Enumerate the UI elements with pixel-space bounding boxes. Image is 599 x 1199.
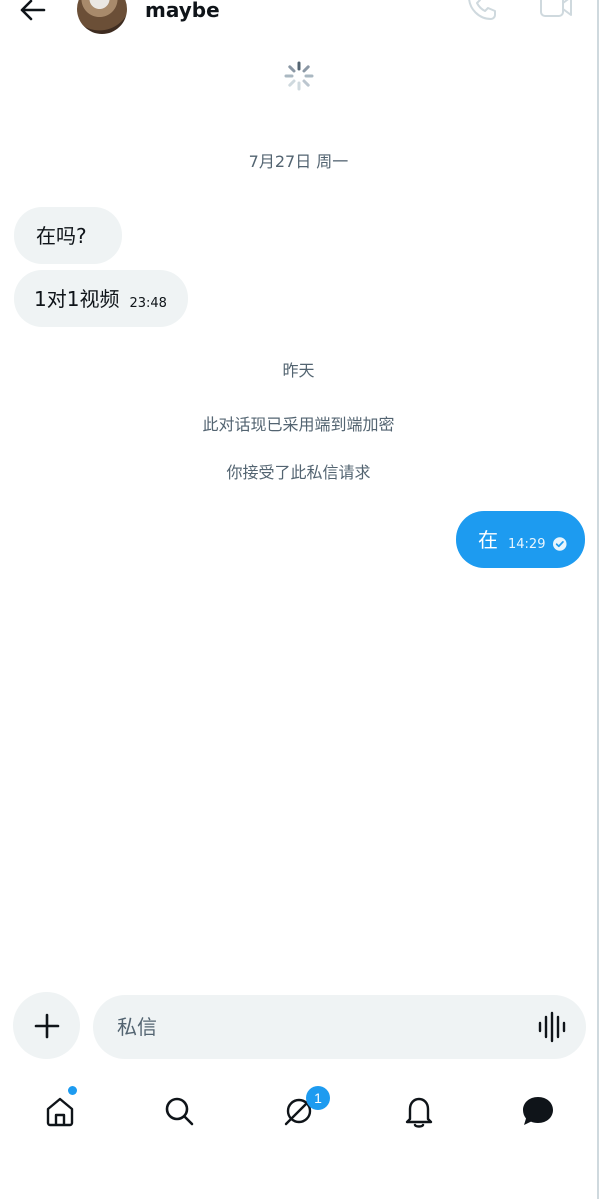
message-timestamp: 23:48: [129, 295, 167, 311]
plus-icon: [34, 1013, 59, 1038]
video-call-button[interactable]: [537, 0, 575, 24]
spinner-icon: [284, 61, 314, 91]
message-text: 1对1视频: [34, 286, 120, 311]
message-bubble-outgoing[interactable]: 在 14:29: [456, 511, 585, 568]
video-camera-icon: [540, 0, 572, 17]
message-text: 在吗?: [36, 223, 87, 248]
nav-notifications[interactable]: [397, 1089, 441, 1133]
spaces-badge: 1: [306, 1086, 330, 1110]
message-icon: [523, 1097, 553, 1125]
call-button[interactable]: [464, 0, 500, 24]
message-bubble-incoming[interactable]: 1对1视频 23:48: [14, 270, 188, 327]
back-button[interactable]: [12, 0, 52, 28]
home-icon: [46, 1097, 74, 1127]
voice-waveform-icon: [538, 1011, 566, 1043]
contact-avatar[interactable]: [77, 0, 127, 34]
nav-search[interactable]: [157, 1089, 201, 1133]
home-unread-dot: [68, 1086, 77, 1095]
contact-name[interactable]: maybe: [145, 0, 220, 24]
message-composer: [93, 995, 586, 1059]
loading-spinner: [283, 60, 315, 92]
back-arrow-icon: [20, 0, 46, 21]
bell-icon: [405, 1097, 433, 1128]
message-timestamp: 14:29: [508, 536, 546, 552]
message-bubble-incoming[interactable]: 在吗?: [14, 207, 122, 264]
message-text: 在: [478, 527, 498, 552]
conversation-header: maybe: [0, 0, 597, 40]
search-icon: [165, 1097, 194, 1126]
add-media-button[interactable]: [13, 992, 80, 1059]
nav-messages[interactable]: [516, 1089, 560, 1133]
message-input[interactable]: [117, 995, 517, 1059]
bottom-navigation: [0, 1075, 597, 1145]
date-separator: 7月27日 周一: [248, 152, 349, 171]
encryption-notice[interactable]: 此对话现已采用端到端加密: [0, 415, 597, 435]
voice-message-button[interactable]: [536, 1011, 568, 1043]
read-receipt-check-icon: [553, 536, 567, 551]
phone-icon: [468, 0, 496, 20]
request-accepted-notice: 你接受了此私信请求: [226, 463, 371, 482]
dm-conversation-screen: maybe 7月27日 周一 在吗? 1对1视频 23:48 昨天 此对话现已采…: [0, 0, 599, 1199]
nav-home[interactable]: [38, 1089, 82, 1133]
day-separator: 昨天: [282, 361, 315, 380]
